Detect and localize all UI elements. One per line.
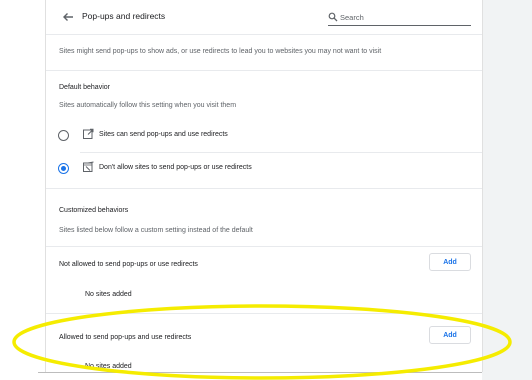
- radio-option-allow[interactable]: Sites can send pop-ups and use redirects: [46, 122, 482, 150]
- search-icon: [328, 12, 338, 22]
- section-divider: [46, 70, 482, 71]
- settings-card: Pop-ups and redirects Sites might send p…: [45, 0, 483, 372]
- search-field[interactable]: [328, 11, 471, 26]
- allowed-sites-empty-text: No sites added: [85, 363, 132, 370]
- bottom-divider: [38, 372, 482, 373]
- page-background-right: [482, 0, 532, 380]
- radio-label-block: Don't allow sites to send pop-ups or use…: [99, 164, 252, 171]
- page-description: Sites might send pop-ups to show ads, or…: [59, 48, 382, 55]
- blocked-sites-empty-text: No sites added: [85, 291, 132, 298]
- option-divider: [80, 152, 482, 153]
- page-title: Pop-ups and redirects: [82, 11, 166, 21]
- radio-option-block[interactable]: Don't allow sites to send pop-ups or use…: [46, 155, 482, 183]
- popup-blocked-icon: [83, 161, 94, 172]
- section-divider: [46, 313, 482, 314]
- search-input[interactable]: [340, 11, 468, 23]
- radio-button-block[interactable]: [58, 163, 69, 174]
- customized-behaviors-subtitle: Sites listed below follow a custom setti…: [59, 227, 253, 234]
- customized-behaviors-heading: Customized behaviors: [59, 207, 129, 214]
- section-divider: [46, 188, 482, 189]
- section-divider: [46, 246, 482, 247]
- default-behavior-heading: Default behavior: [59, 84, 110, 91]
- header-divider: [46, 34, 482, 35]
- blocked-sites-label: Not allowed to send pop-ups or use redir…: [59, 261, 198, 268]
- radio-label-allow: Sites can send pop-ups and use redirects: [99, 131, 228, 138]
- back-arrow-icon[interactable]: [60, 9, 76, 25]
- add-allowed-site-button[interactable]: Add: [429, 326, 471, 344]
- add-blocked-site-button[interactable]: Add: [429, 253, 471, 271]
- allowed-sites-label: Allowed to send pop-ups and use redirect…: [59, 334, 192, 341]
- open-in-new-icon: [83, 128, 94, 139]
- radio-button-allow[interactable]: [58, 130, 69, 141]
- default-behavior-subtitle: Sites automatically follow this setting …: [59, 102, 237, 109]
